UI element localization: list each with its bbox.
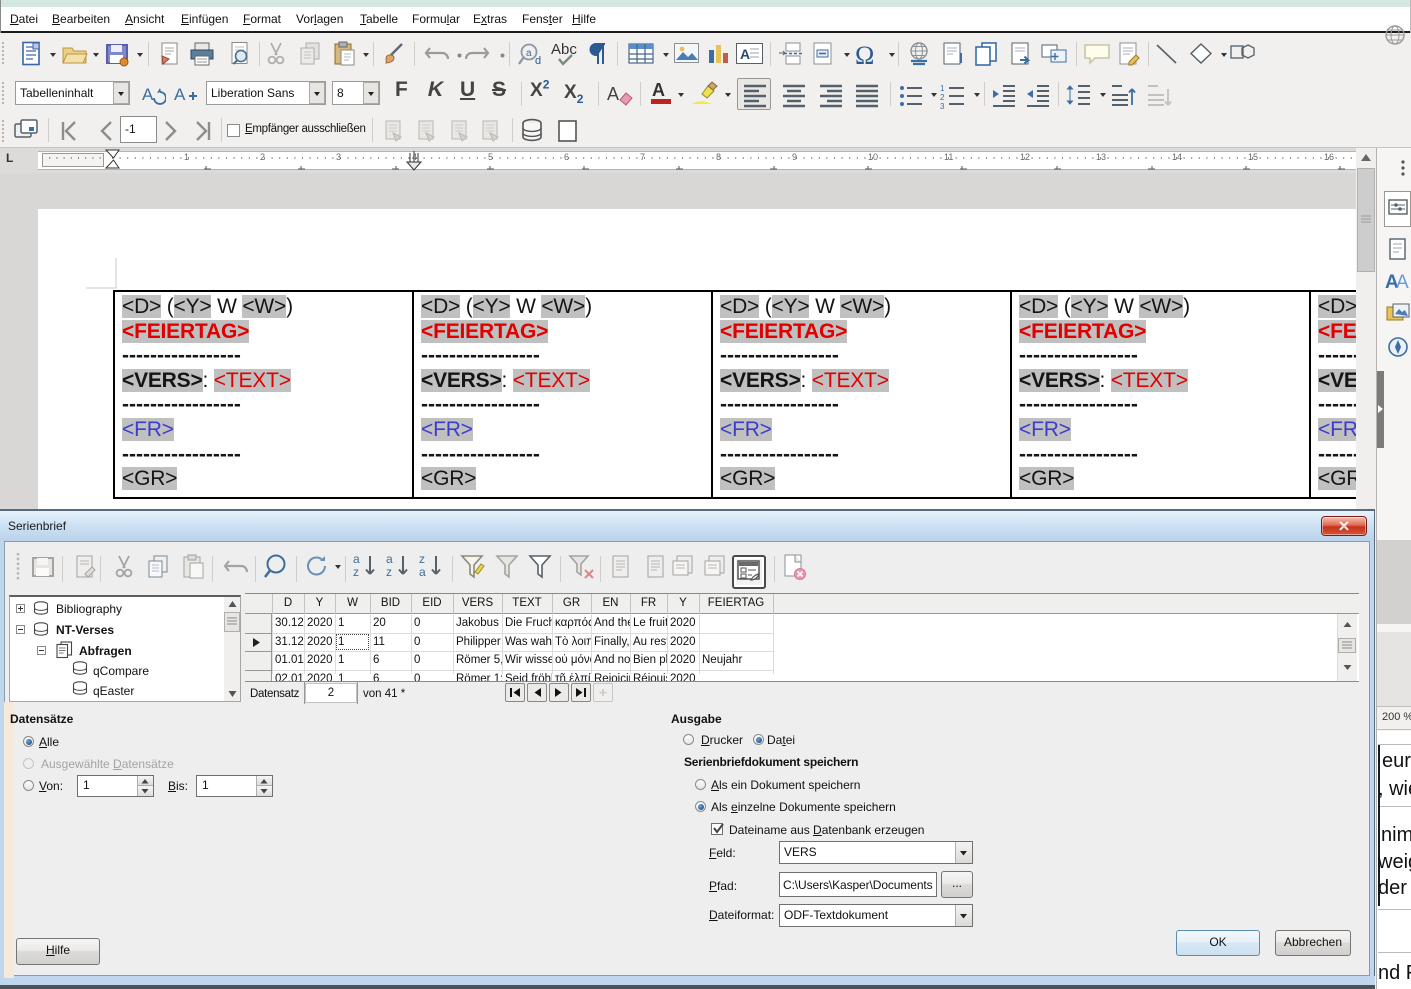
- svg-text:A: A: [740, 46, 750, 62]
- svg-text:A: A: [607, 84, 619, 104]
- svg-text:Abc: Abc: [551, 41, 577, 58]
- svg-text:a: a: [526, 48, 532, 59]
- svg-text:z: z: [386, 565, 392, 579]
- svg-text:a: a: [386, 552, 393, 566]
- svg-text:2: 2: [940, 93, 945, 102]
- svg-text:z: z: [419, 552, 425, 566]
- svg-text:1: 1: [940, 84, 945, 93]
- svg-text:Ω: Ω: [855, 41, 874, 69]
- svg-text:A: A: [1396, 272, 1409, 292]
- svg-text:3: 3: [940, 102, 945, 109]
- svg-text:a: a: [419, 565, 426, 579]
- svg-text:A: A: [142, 85, 154, 104]
- svg-text:d: d: [535, 55, 541, 67]
- svg-text:A: A: [652, 80, 665, 100]
- svg-text:z: z: [353, 565, 359, 579]
- svg-text:A: A: [174, 85, 186, 104]
- svg-text:a: a: [353, 552, 360, 566]
